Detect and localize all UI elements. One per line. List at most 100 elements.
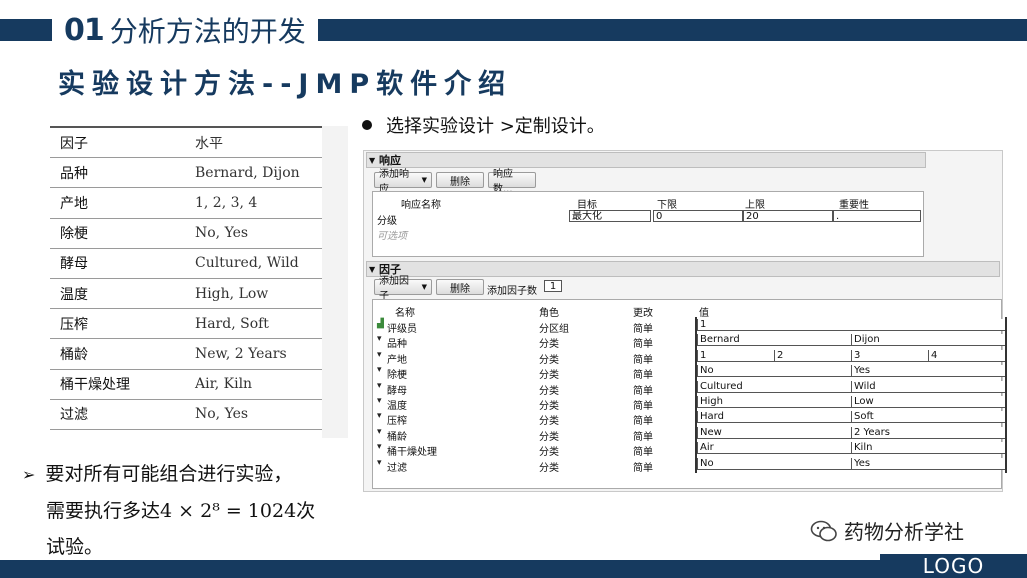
response-name-cell[interactable]: 分级 bbox=[377, 212, 397, 227]
factor-value-cell[interactable]: 1 bbox=[697, 349, 774, 362]
factor-value-cell[interactable]: Yes bbox=[851, 365, 1005, 378]
factor-row[interactable]: ▾ 压榨 分类 简单 Hard Soft bbox=[373, 411, 1005, 428]
factor-row[interactable]: ▾ 产地 分类 简单 1 2 3 4 bbox=[373, 349, 1005, 366]
factor-change: 简单 bbox=[633, 339, 653, 351]
factor-levels-cell: No, Yes bbox=[185, 399, 322, 430]
table-row: 品种 Bernard, Dijon bbox=[50, 157, 322, 189]
factor-value-cell[interactable]: 2 bbox=[774, 349, 851, 362]
factor-name-cell: 温度 bbox=[50, 278, 185, 310]
responses-section-header[interactable]: ▼ 响应 bbox=[366, 152, 926, 168]
remove-response-button[interactable]: 删除 bbox=[436, 172, 484, 188]
factor-change: 简单 bbox=[633, 447, 653, 459]
factor-role: 分类 bbox=[539, 416, 559, 428]
factor-value-cell[interactable]: 4 bbox=[928, 349, 1005, 362]
factor-name[interactable]: 评级员 bbox=[387, 320, 417, 335]
factor-row[interactable]: ▾ 品种 分类 简单 Bernard Dijon bbox=[373, 334, 1005, 351]
logo: LOGO bbox=[880, 554, 1027, 578]
factor-levels-cell: No, Yes bbox=[185, 218, 322, 249]
factor-value-cell[interactable]: Soft bbox=[851, 411, 1005, 424]
factor-levels-cell: New, 2 Years bbox=[185, 338, 322, 370]
factor-row[interactable]: ▾ 桶龄 分类 简单 New 2 Years bbox=[373, 426, 1005, 443]
factor-value-cell[interactable]: New bbox=[697, 426, 851, 439]
factor-role: 分类 bbox=[539, 462, 559, 474]
categorical-factor-icon: ▾ bbox=[377, 442, 382, 453]
dropdown-arrow-icon: ▼ bbox=[421, 283, 427, 291]
factor-value-cell[interactable]: Yes bbox=[851, 457, 1005, 470]
response-upper-cell[interactable]: 20 bbox=[743, 210, 833, 222]
table-row: 过滤 No, Yes bbox=[50, 399, 322, 430]
factor-name[interactable]: 品种 bbox=[387, 335, 407, 350]
factor-name[interactable]: 酵母 bbox=[387, 382, 407, 397]
factor-value-cell[interactable]: Wild bbox=[851, 380, 1005, 393]
factor-name[interactable]: 温度 bbox=[387, 397, 407, 412]
table-row: 酵母 Cultured, Wild bbox=[50, 248, 322, 279]
logo-text: LOGO bbox=[922, 554, 985, 578]
factor-value-cell[interactable]: Dijon bbox=[851, 334, 1005, 347]
factor-row[interactable]: ▾ 酵母 分类 简单 Cultured Wild bbox=[373, 380, 1005, 397]
factor-role: 分类 bbox=[539, 385, 559, 397]
factor-value-cell[interactable]: No bbox=[697, 457, 851, 470]
response-lower-cell[interactable]: 0 bbox=[653, 210, 743, 222]
factor-role: 分类 bbox=[539, 370, 559, 382]
factor-name[interactable]: 桶干燥处理 bbox=[387, 443, 437, 458]
note-line-3: 试验。 bbox=[46, 536, 104, 558]
section-title: 01 分析方法的开发 bbox=[52, 10, 318, 50]
factor-name[interactable]: 产地 bbox=[387, 351, 407, 366]
section-number: 01 bbox=[64, 12, 105, 48]
wechat-icon bbox=[810, 520, 837, 541]
col-values: 值 bbox=[699, 308, 709, 319]
responses-grid: 响应名称 目标 下限 上限 重要性 分级 最大化 0 20 . 可选项 bbox=[372, 191, 924, 257]
bullet-dot-icon bbox=[362, 120, 372, 130]
slide-subtitle: 实验设计方法--JMP软件介绍 bbox=[58, 69, 513, 100]
remove-factor-button[interactable]: 删除 bbox=[436, 279, 484, 295]
factor-role: 分类 bbox=[539, 354, 559, 366]
categorical-factor-icon: ▾ bbox=[377, 411, 382, 422]
factor-row[interactable]: ▾ 过滤 分类 简单 No Yes bbox=[373, 457, 1005, 474]
factor-value-cell[interactable]: 2 Years bbox=[851, 426, 1005, 439]
col-upper-limit: 上限 bbox=[745, 200, 765, 211]
factor-role: 分区组 bbox=[539, 324, 569, 335]
factor-name[interactable]: 过滤 bbox=[387, 459, 407, 474]
factor-row[interactable]: ▟ 评级员 分区组 简单 1 bbox=[373, 319, 1005, 335]
factor-row[interactable]: ▾ 除梗 分类 简单 No Yes bbox=[373, 365, 1005, 382]
add-response-button[interactable]: 添加响应 ▼ bbox=[374, 169, 432, 195]
factor-value-cell[interactable]: Cultured bbox=[697, 380, 851, 393]
factor-levels-cell: Bernard, Dijon bbox=[185, 157, 322, 189]
col-lower-limit: 下限 bbox=[657, 200, 677, 211]
factor-value-cell[interactable]: Air bbox=[697, 442, 851, 455]
factor-value-cell[interactable]: 1 bbox=[697, 319, 1005, 331]
factor-name[interactable]: 除梗 bbox=[387, 366, 407, 381]
response-importance-cell[interactable]: . bbox=[833, 210, 921, 222]
col-importance: 重要性 bbox=[839, 200, 869, 211]
factor-value-cell[interactable]: 3 bbox=[851, 349, 928, 362]
footer-bar bbox=[0, 560, 880, 578]
factor-value-cell[interactable]: No bbox=[697, 365, 851, 378]
categorical-factor-icon: ▾ bbox=[377, 426, 382, 437]
number-of-responses-button[interactable]: 响应数... bbox=[488, 169, 536, 195]
add-n-factors-input[interactable]: 1 bbox=[544, 280, 562, 292]
factor-name[interactable]: 桶龄 bbox=[387, 428, 407, 443]
categorical-factor-icon: ▾ bbox=[377, 365, 382, 376]
factor-row[interactable]: ▾ 温度 分类 简单 High Low bbox=[373, 396, 1005, 412]
note-line-2a: 需要执行多达 bbox=[46, 500, 161, 522]
response-goal-cell[interactable]: 最大化 bbox=[569, 210, 651, 222]
col-role: 角色 bbox=[539, 308, 559, 319]
collapse-triangle-icon[interactable]: ▼ bbox=[369, 265, 375, 274]
factor-value-cell[interactable]: Low bbox=[851, 396, 1005, 408]
factor-name-cell: 因子 bbox=[50, 126, 185, 159]
factor-value-cell[interactable]: High bbox=[697, 396, 851, 408]
factor-value-cell[interactable]: Hard bbox=[697, 411, 851, 424]
factor-name[interactable]: 压榨 bbox=[387, 412, 407, 427]
factor-row[interactable]: ▾ 桶干燥处理 分类 简单 Air Kiln bbox=[373, 442, 1005, 459]
add-factor-button[interactable]: 添加因子 ▼ bbox=[374, 276, 432, 302]
factor-change: 简单 bbox=[633, 385, 653, 397]
factor-change: 简单 bbox=[633, 324, 653, 335]
watermark-text: 药物分析学社 bbox=[844, 520, 964, 544]
factor-value-cell[interactable]: Bernard bbox=[697, 334, 851, 347]
factor-change: 简单 bbox=[633, 401, 653, 412]
factor-levels-cell: High, Low bbox=[185, 278, 322, 310]
collapse-triangle-icon[interactable]: ▼ bbox=[369, 156, 375, 165]
factor-levels-cell: Hard, Soft bbox=[185, 308, 322, 340]
factor-value-cell[interactable]: Kiln bbox=[851, 442, 1005, 455]
factors-section-header[interactable]: ▼ 因子 bbox=[366, 261, 1000, 277]
